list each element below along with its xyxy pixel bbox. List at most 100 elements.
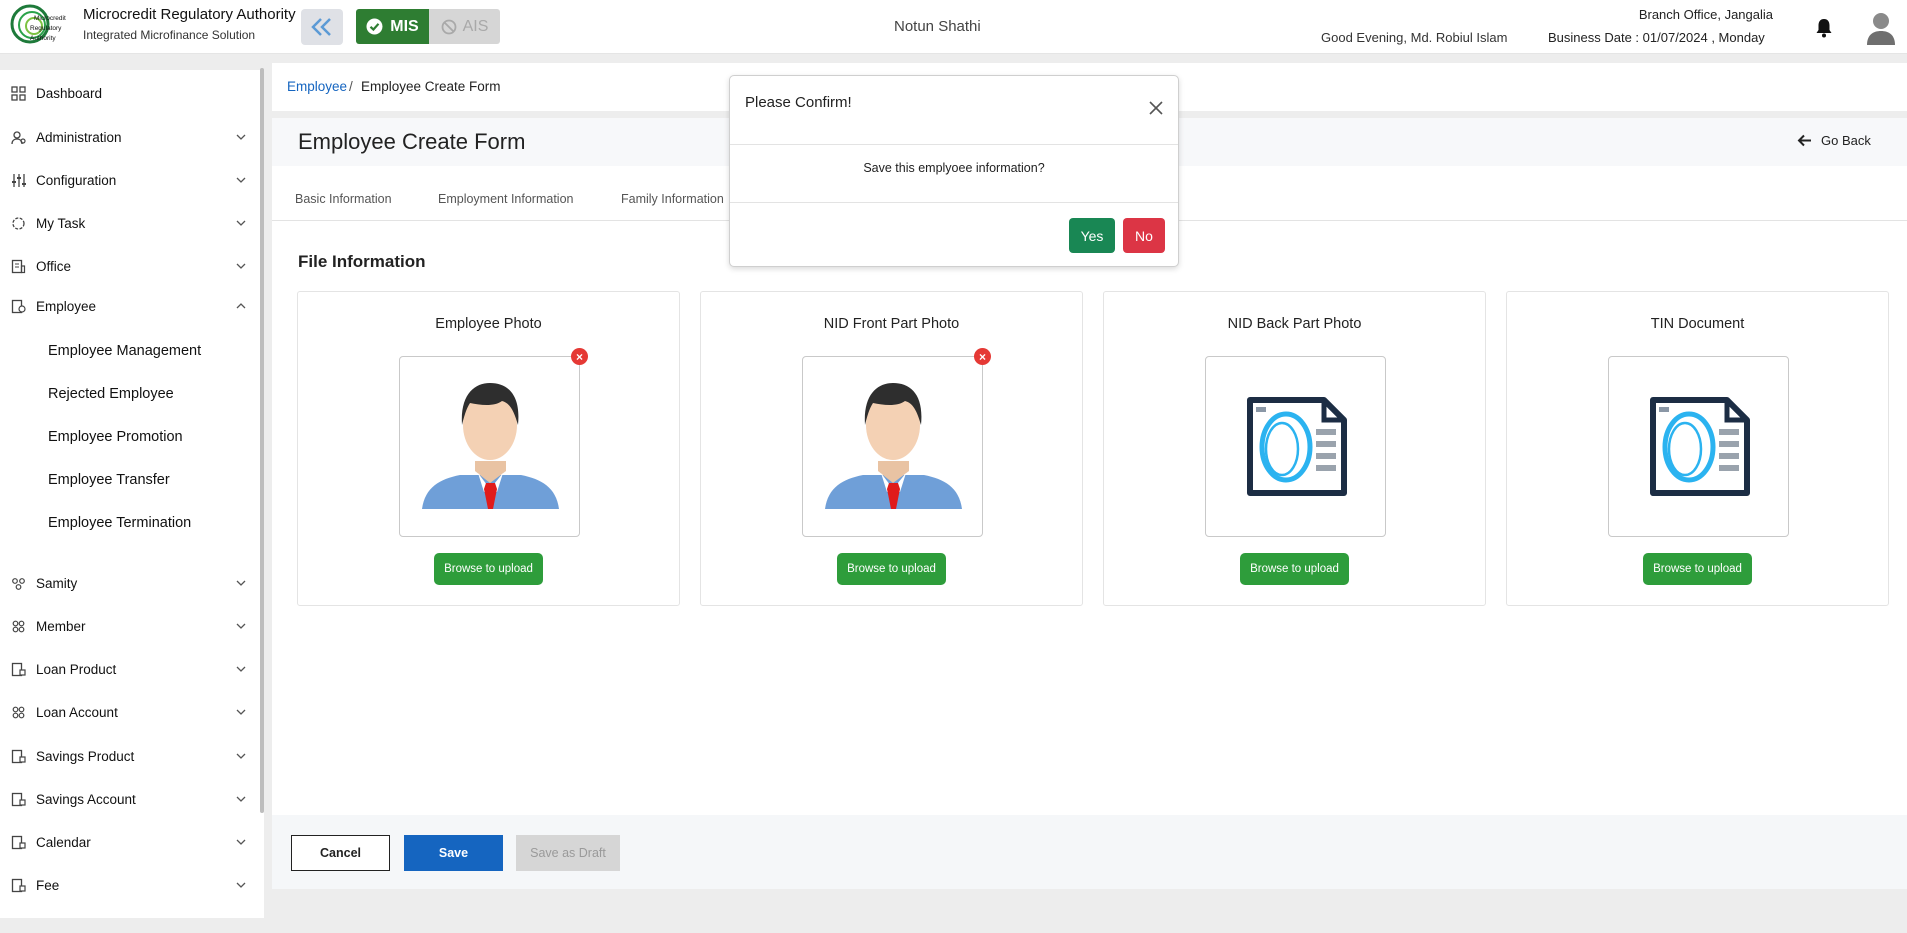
- sidebar-item-configuration[interactable]: Configuration: [0, 163, 256, 197]
- ais-label: AIS: [462, 17, 489, 35]
- employee-icon: [11, 299, 26, 313]
- sidebar-item-label: Member: [36, 618, 86, 634]
- sidebar-item-label: Loan Account: [36, 704, 118, 720]
- user-avatar-icon[interactable]: [1866, 11, 1896, 45]
- sidebar-item-savings-account[interactable]: Savings Account: [0, 782, 256, 816]
- go-back-label: Go Back: [1821, 133, 1871, 148]
- browse-upload-button[interactable]: Browse to upload: [434, 553, 543, 585]
- double-chevron-left-icon: [311, 18, 331, 36]
- sidebar-item-member[interactable]: Member: [0, 609, 256, 643]
- chevron-down-icon: [236, 623, 246, 629]
- cancel-button[interactable]: Cancel: [291, 835, 390, 871]
- sidebar-item-office[interactable]: Office: [0, 249, 256, 283]
- tab-basic-information[interactable]: Basic Information: [295, 192, 392, 206]
- sidebar-item-label: Dashboard: [36, 85, 103, 101]
- page-title: Employee Create Form: [298, 129, 526, 154]
- mis-toggle-button[interactable]: MIS: [356, 9, 429, 44]
- grid-icon: [11, 85, 26, 101]
- calendar-icon: [11, 835, 26, 849]
- ais-toggle-button[interactable]: AIS: [429, 9, 500, 44]
- browse-upload-button[interactable]: Browse to upload: [1643, 553, 1752, 585]
- sidebar-collapse-button[interactable]: [301, 9, 343, 45]
- sidebar-item-label: Savings Product: [36, 748, 135, 764]
- chevron-down-icon: [236, 177, 246, 183]
- sidebar-subitem-employee-promotion[interactable]: Employee Promotion: [48, 429, 183, 445]
- sidebar-item-dashboard[interactable]: Dashboard: [0, 76, 256, 110]
- loan-product-icon: [11, 662, 26, 676]
- sidebar-item-label: Samity: [36, 575, 78, 591]
- chevron-down-icon: [236, 709, 246, 715]
- user-greeting: Good Evening, Md. Robiul Islam: [1321, 30, 1508, 45]
- building-icon: [11, 259, 26, 273]
- section-title: File Information: [298, 252, 426, 271]
- upload-card-employee-photo: Employee Photo × Browse to upload: [297, 291, 680, 606]
- users-gear-icon: [11, 130, 26, 144]
- browse-upload-button[interactable]: Browse to upload: [837, 553, 946, 585]
- breadcrumb-separator: /: [349, 79, 353, 94]
- sidebar-item-fee[interactable]: Fee: [0, 868, 256, 902]
- person-placeholder-icon: [825, 383, 962, 509]
- sidebar-item-label: Employee: [36, 298, 97, 314]
- browse-upload-button[interactable]: Browse to upload: [1240, 553, 1349, 585]
- dialog-divider: [730, 202, 1178, 203]
- chevron-down-icon: [236, 882, 246, 888]
- photo-preview: [399, 356, 580, 537]
- breadcrumb-link-employee[interactable]: Employee: [287, 79, 347, 94]
- breadcrumb-current: Employee Create Form: [361, 79, 501, 94]
- sidebar-item-my-task[interactable]: My Task: [0, 206, 256, 240]
- sidebar-item-savings-product[interactable]: Savings Product: [0, 739, 256, 773]
- sidebar-scrollbar[interactable]: [260, 68, 264, 813]
- upload-card-nid-front: NID Front Part Photo × Browse to upload: [700, 291, 1083, 606]
- savings-account-icon: [11, 792, 26, 806]
- chevron-down-icon: [236, 134, 246, 140]
- confirm-no-button[interactable]: No: [1123, 218, 1165, 253]
- members-icon: [12, 620, 25, 632]
- fee-icon: [11, 878, 26, 892]
- sidebar-item-calendar[interactable]: Calendar: [0, 825, 256, 859]
- sidebar-item-label: Loan Product: [36, 661, 117, 677]
- chevron-down-icon: [236, 220, 246, 226]
- sidebar-item-employee[interactable]: Employee: [0, 289, 256, 323]
- close-icon[interactable]: [1148, 100, 1164, 116]
- sidebar-item-loan-account[interactable]: Loan Account: [0, 695, 256, 729]
- sidebar-subitem-employee-management[interactable]: Employee Management: [48, 343, 201, 359]
- sidebar-subitem-employee-termination[interactable]: Employee Termination: [48, 515, 191, 531]
- dialog-divider: [730, 144, 1178, 145]
- card-title: NID Front Part Photo: [823, 316, 960, 332]
- top-header: Microcredit Regulatory Authority Microcr…: [0, 0, 1907, 54]
- mis-label: MIS: [390, 17, 419, 35]
- sidebar-item-label: Calendar: [36, 834, 91, 850]
- chevron-up-icon: [236, 303, 246, 309]
- sidebar-item-loan-product[interactable]: Loan Product: [0, 652, 256, 686]
- chevron-down-icon: [236, 753, 246, 759]
- upload-card-tin-document: TIN Document Browse to upload: [1506, 291, 1889, 606]
- sidebar-item-label: Administration: [36, 129, 122, 145]
- confirm-dialog: Please Confirm! Save this emplyoee infor…: [729, 75, 1179, 267]
- remove-file-button[interactable]: ×: [974, 348, 991, 365]
- document-preview: [1608, 356, 1789, 537]
- save-button[interactable]: Save: [404, 835, 503, 871]
- card-title: Employee Photo: [435, 316, 542, 332]
- photo-preview: [802, 356, 983, 537]
- tab-employment-information[interactable]: Employment Information: [438, 192, 573, 206]
- sidebar-subitem-rejected-employee[interactable]: Rejected Employee: [48, 386, 174, 402]
- arrow-left-icon: [1797, 134, 1811, 147]
- ban-icon: [441, 19, 456, 34]
- remove-file-button[interactable]: ×: [571, 348, 588, 365]
- center-name: Notun Shathi: [894, 18, 981, 35]
- upload-card-nid-back: NID Back Part Photo Browse to upload: [1103, 291, 1486, 606]
- confirm-yes-button[interactable]: Yes: [1069, 218, 1115, 253]
- save-as-draft-button[interactable]: Save as Draft: [516, 835, 620, 871]
- tab-family-information[interactable]: Family Information: [621, 192, 724, 206]
- go-back-button[interactable]: Go Back: [1797, 133, 1871, 148]
- sidebar-item-administration[interactable]: Administration: [0, 120, 256, 154]
- sidebar-item-samity[interactable]: Samity: [0, 566, 256, 600]
- svg-text:Authority: Authority: [30, 35, 56, 42]
- chevron-down-icon: [236, 839, 246, 845]
- sidebar-subitem-employee-transfer[interactable]: Employee Transfer: [48, 472, 170, 488]
- document-placeholder-icon: [1247, 397, 1347, 496]
- sidebar-item-label: Office: [36, 258, 72, 274]
- bell-icon[interactable]: [1815, 18, 1833, 38]
- card-title: NID Back Part Photo: [1227, 316, 1362, 332]
- savings-product-icon: [11, 749, 26, 763]
